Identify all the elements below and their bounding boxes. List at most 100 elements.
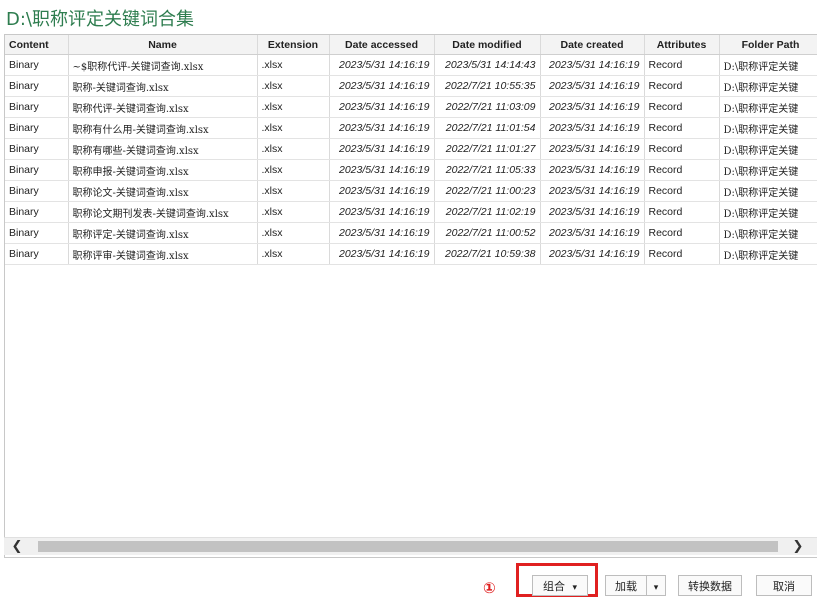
horizontal-scrollbar[interactable]: ❮ ❯ [4, 537, 817, 555]
cell-extension: .xlsx [257, 201, 330, 223]
cell-folder-path: D:\职称评定关键 [719, 180, 817, 202]
table-row[interactable]: Binary 职称有什么用-关键词查询.xlsx .xlsx 2023/5/31 14… [5, 117, 817, 139]
cell-attributes: Record [644, 222, 720, 244]
cell-date-modified: 2022/7/21 11:00:23 [434, 180, 541, 202]
table-row[interactable]: Binary 职称-关键词查询.xlsx .xlsx 2023/5/31 14:16:… [5, 75, 817, 97]
column-header-attributes[interactable]: Attributes [644, 35, 720, 55]
table-row[interactable]: Binary 职称评定-关键词查询.xlsx .xlsx 2023/5/31 14:1… [5, 222, 817, 244]
cell-date-accessed: 2023/5/31 14:16:19 [329, 243, 435, 265]
cell-date-created: 2023/5/31 14:16:19 [540, 117, 645, 139]
cell-content: Binary [5, 180, 69, 202]
cell-date-created: 2023/5/31 14:16:19 [540, 75, 645, 97]
cell-extension: .xlsx [257, 54, 330, 76]
table-row[interactable]: Binary 职称申报-关键词查询.xlsx .xlsx 2023/5/31 14:1… [5, 159, 817, 181]
cell-date-accessed: 2023/5/31 14:16:19 [329, 138, 435, 160]
cell-date-accessed: 2023/5/31 14:16:19 [329, 222, 435, 244]
cell-date-accessed: 2023/5/31 14:16:19 [329, 117, 435, 139]
cell-name: 职称评定-关键词查询.xlsx [68, 222, 258, 244]
cell-content: Binary [5, 201, 69, 223]
file-table: Content Name Extension Date accessed Dat… [5, 35, 817, 265]
cell-name: 职称-关键词查询.xlsx [68, 75, 258, 97]
cell-name: 职称评审-关键词查询.xlsx [68, 243, 258, 265]
data-grid: Content Name Extension Date accessed Dat… [4, 34, 817, 558]
cell-date-created: 2023/5/31 14:16:19 [540, 243, 645, 265]
cell-extension: .xlsx [257, 159, 330, 181]
load-dropdown-button[interactable]: ▾ [646, 575, 666, 596]
table-header-row: Content Name Extension Date accessed Dat… [5, 35, 817, 55]
scrollbar-thumb[interactable] [38, 541, 778, 552]
cell-extension: .xlsx [257, 75, 330, 97]
cell-name: 职称论文期刊发表-关键词查询.xlsx [68, 201, 258, 223]
cancel-button[interactable]: 取消 [756, 575, 812, 596]
transform-data-button[interactable]: 转换数据 [678, 575, 742, 596]
cell-date-created: 2023/5/31 14:16:19 [540, 96, 645, 118]
cell-attributes: Record [644, 75, 720, 97]
cell-attributes: Record [644, 201, 720, 223]
cell-attributes: Record [644, 243, 720, 265]
chevron-left-icon[interactable]: ❮ [6, 538, 28, 555]
cell-date-accessed: 2023/5/31 14:16:19 [329, 201, 435, 223]
table-row[interactable]: Binary 职称代评-关键词查询.xlsx .xlsx 2023/5/31 14:1… [5, 96, 817, 118]
table-row[interactable]: Binary 职称评审-关键词查询.xlsx .xlsx 2023/5/31 14:1… [5, 243, 817, 265]
cell-content: Binary [5, 138, 69, 160]
cell-content: Binary [5, 243, 69, 265]
table-row[interactable]: Binary ~$职称代评-关键词查询.xlsx .xlsx 2023/5/31 14… [5, 54, 817, 76]
table-row[interactable]: Binary 职称论文期刊发表-关键词查询.xlsx .xlsx 2023/5/31 … [5, 201, 817, 223]
cell-date-modified: 2022/7/21 11:02:19 [434, 201, 541, 223]
cell-folder-path: D:\职称评定关键 [719, 54, 817, 76]
cell-date-modified: 2022/7/21 10:55:35 [434, 75, 541, 97]
cell-name: 职称代评-关键词查询.xlsx [68, 96, 258, 118]
cell-attributes: Record [644, 159, 720, 181]
cell-date-accessed: 2023/5/31 14:16:19 [329, 180, 435, 202]
cell-date-modified: 2022/7/21 11:00:52 [434, 222, 541, 244]
column-header-date-modified[interactable]: Date modified [434, 35, 541, 55]
column-header-name[interactable]: Name [68, 35, 258, 55]
cell-date-accessed: 2023/5/31 14:16:19 [329, 159, 435, 181]
cell-attributes: Record [644, 138, 720, 160]
column-header-folder-path[interactable]: Folder Path [719, 35, 817, 55]
cell-date-modified: 2022/7/21 11:03:09 [434, 96, 541, 118]
cell-date-modified: 2023/5/31 14:14:43 [434, 54, 541, 76]
cell-folder-path: D:\职称评定关键 [719, 222, 817, 244]
cell-date-modified: 2022/7/21 11:05:33 [434, 159, 541, 181]
cell-date-created: 2023/5/31 14:16:19 [540, 138, 645, 160]
cell-extension: .xlsx [257, 180, 330, 202]
cell-folder-path: D:\职称评定关键 [719, 138, 817, 160]
cell-content: Binary [5, 222, 69, 244]
column-header-content[interactable]: Content [5, 35, 69, 55]
cell-extension: .xlsx [257, 243, 330, 265]
load-button[interactable]: 加载 [605, 575, 647, 596]
cell-content: Binary [5, 159, 69, 181]
chevron-down-icon: ▾ [653, 583, 659, 593]
cell-extension: .xlsx [257, 96, 330, 118]
cell-name: 职称有哪些-关键词查询.xlsx [68, 138, 258, 160]
cell-date-accessed: 2023/5/31 14:16:19 [329, 54, 435, 76]
cell-folder-path: D:\职称评定关键 [719, 159, 817, 181]
cell-name: 职称申报-关键词查询.xlsx [68, 159, 258, 181]
cell-attributes: Record [644, 117, 720, 139]
cell-name: ~$职称代评-关键词查询.xlsx [68, 54, 258, 76]
cell-extension: .xlsx [257, 222, 330, 244]
cell-content: Binary [5, 54, 69, 76]
column-header-date-created[interactable]: Date created [540, 35, 645, 55]
chevron-right-icon[interactable]: ❯ [787, 538, 809, 555]
cell-date-created: 2023/5/31 14:16:19 [540, 159, 645, 181]
chevron-down-icon: ▾ [572, 583, 578, 593]
cell-date-accessed: 2023/5/31 14:16:19 [329, 96, 435, 118]
cell-attributes: Record [644, 180, 720, 202]
cell-folder-path: D:\职称评定关键 [719, 117, 817, 139]
column-header-date-accessed[interactable]: Date accessed [329, 35, 435, 55]
table-row[interactable]: Binary 职称有哪些-关键词查询.xlsx .xlsx 2023/5/31 14:… [5, 138, 817, 160]
cell-attributes: Record [644, 96, 720, 118]
combine-button[interactable]: 组合 ▾ [532, 575, 588, 596]
column-header-extension[interactable]: Extension [257, 35, 330, 55]
cell-folder-path: D:\职称评定关键 [719, 75, 817, 97]
cell-folder-path: D:\职称评定关键 [719, 96, 817, 118]
cell-extension: .xlsx [257, 117, 330, 139]
table-row[interactable]: Binary 职称论文-关键词查询.xlsx .xlsx 2023/5/31 14:1… [5, 180, 817, 202]
cell-date-created: 2023/5/31 14:16:19 [540, 180, 645, 202]
cell-date-modified: 2022/7/21 10:59:38 [434, 243, 541, 265]
cell-folder-path: D:\职称评定关键 [719, 243, 817, 265]
cell-date-created: 2023/5/31 14:16:19 [540, 222, 645, 244]
combine-label: 组合 [542, 580, 565, 593]
